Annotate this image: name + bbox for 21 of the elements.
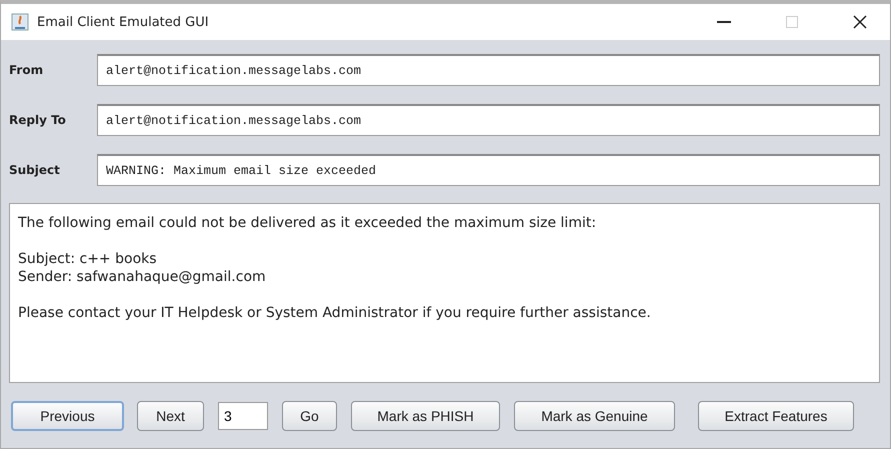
field-label: Subject	[9, 163, 61, 177]
message-text: Subject: c++ books	[18, 250, 158, 268]
button[interactable]: Mark as Genuine	[514, 401, 675, 431]
message-text: The following email could not be delivered as it exceeded the maximum size limit:	[18, 214, 598, 232]
input-field[interactable]: alert@notification.messagelabs.com	[97, 54, 880, 86]
button[interactable]: Extract Features	[698, 401, 854, 431]
message-text: Please contact your IT Helpdesk or System Administrator if you require further assistance.	[18, 304, 652, 322]
message-text: Sender: safwanahaque@gmail.com	[18, 268, 267, 286]
button[interactable]: Previous	[11, 401, 124, 431]
field-label: From	[9, 63, 44, 77]
page-number-field[interactable]: 3	[218, 402, 268, 430]
window-title: Email Client Emulated GUI	[37, 14, 210, 30]
field-label: Reply To	[9, 113, 67, 127]
button[interactable]: Next	[137, 401, 204, 431]
input-field[interactable]: alert@notification.messagelabs.com	[97, 104, 880, 136]
app-icon	[11, 13, 29, 31]
button[interactable]: Mark as PHISH	[351, 401, 500, 431]
message-body[interactable]	[9, 203, 880, 383]
input-field[interactable]: WARNING: Maximum email size exceeded	[97, 154, 880, 186]
button[interactable]: Go	[282, 401, 337, 431]
close-icon[interactable]	[853, 15, 867, 29]
